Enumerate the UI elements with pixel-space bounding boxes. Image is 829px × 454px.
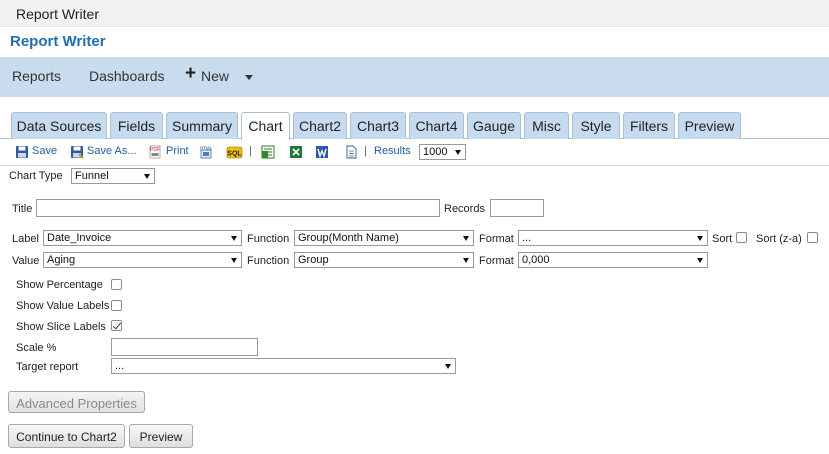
advanced-properties-button[interactable]: Advanced Properties bbox=[8, 391, 145, 413]
title-label: Title bbox=[12, 203, 33, 215]
chevron-down-icon bbox=[231, 236, 237, 241]
chevron-down-icon bbox=[231, 258, 237, 263]
tab-misc[interactable]: Misc bbox=[524, 112, 569, 139]
plus-icon[interactable]: + bbox=[185, 64, 196, 83]
value-function-select[interactable]: Group bbox=[294, 252, 474, 268]
divider bbox=[0, 165, 829, 166]
save-icon[interactable] bbox=[15, 145, 29, 159]
value-field-select[interactable]: Aging bbox=[43, 252, 242, 268]
pdf-icon[interactable]: PDF bbox=[148, 145, 162, 159]
svg-text:SQL: SQL bbox=[227, 151, 242, 158]
chevron-down-icon bbox=[455, 150, 461, 155]
label-field-label: Label bbox=[12, 233, 39, 245]
chart-type-select[interactable]: Funnel bbox=[71, 168, 155, 184]
sql-icon[interactable]: SQL bbox=[226, 145, 243, 159]
results-select[interactable]: 1000 bbox=[419, 144, 466, 160]
svg-text:PDF: PDF bbox=[150, 147, 160, 153]
excel-icon[interactable] bbox=[289, 145, 303, 159]
sort-checkbox[interactable] bbox=[736, 232, 747, 243]
nav-dashboards-link[interactable]: Dashboards bbox=[89, 68, 165, 84]
target-report-label: Target report bbox=[16, 361, 79, 373]
top-navbar: Reports Dashboards + New bbox=[0, 57, 829, 97]
nav-reports-link[interactable]: Reports bbox=[12, 68, 61, 84]
tab-data-sources[interactable]: Data Sources bbox=[11, 112, 107, 139]
tab-chart4[interactable]: Chart4 bbox=[409, 112, 464, 139]
save-as-icon[interactable] bbox=[70, 145, 84, 159]
chevron-down-icon bbox=[463, 258, 469, 263]
label-format-select[interactable]: ... bbox=[518, 230, 708, 246]
label-format-label: Format bbox=[479, 233, 514, 245]
chevron-down-icon bbox=[445, 364, 451, 369]
save-button[interactable]: Save bbox=[32, 143, 57, 161]
report-tabs: Data Sources Fields Summary Chart Chart2… bbox=[0, 111, 829, 140]
tab-filters[interactable]: Filters bbox=[623, 112, 675, 139]
toolbar: Save Save As... PDF Print HTML SQL | | R… bbox=[0, 143, 829, 165]
value-format-select[interactable]: 0,000 bbox=[518, 252, 708, 268]
sort-label: Sort bbox=[712, 233, 733, 245]
title-input[interactable] bbox=[36, 199, 440, 217]
tab-preview[interactable]: Preview bbox=[678, 112, 741, 139]
results-label: Results bbox=[374, 145, 411, 157]
show-slice-labels-checkbox[interactable] bbox=[111, 320, 122, 331]
export-excel-icon[interactable] bbox=[261, 145, 275, 159]
continue-to-chart2-button[interactable]: Continue to Chart2 bbox=[8, 424, 125, 448]
chevron-down-icon bbox=[144, 174, 150, 179]
sort-za-checkbox[interactable] bbox=[807, 232, 818, 243]
tab-chart3[interactable]: Chart3 bbox=[350, 112, 406, 139]
show-percentage-label: Show Percentage bbox=[16, 279, 103, 291]
chevron-down-icon bbox=[697, 258, 703, 263]
label-function-select[interactable]: Group(Month Name) bbox=[294, 230, 474, 246]
value-format-label: Format bbox=[479, 255, 514, 267]
show-percentage-checkbox[interactable] bbox=[111, 279, 122, 290]
document-icon[interactable] bbox=[344, 145, 358, 159]
chevron-down-icon bbox=[463, 236, 469, 241]
tab-fields[interactable]: Fields bbox=[110, 112, 163, 139]
page-title: Report Writer bbox=[10, 33, 106, 50]
svg-text:HTML: HTML bbox=[200, 146, 213, 151]
tab-style[interactable]: Style bbox=[572, 112, 620, 139]
value-field-label: Value bbox=[12, 255, 40, 267]
nav-new-button[interactable]: New bbox=[201, 68, 229, 84]
html-icon[interactable]: HTML bbox=[199, 145, 213, 159]
label-field-select[interactable]: Date_Invoice bbox=[43, 230, 242, 246]
tab-chart[interactable]: Chart bbox=[241, 112, 290, 140]
records-label: Records bbox=[444, 203, 485, 215]
sort-za-label: Sort (z-a) bbox=[756, 233, 802, 245]
word-icon[interactable] bbox=[315, 145, 329, 159]
chevron-down-icon[interactable] bbox=[245, 75, 253, 80]
window-title: Report Writer bbox=[16, 6, 99, 22]
show-value-labels-checkbox[interactable] bbox=[111, 300, 122, 311]
target-report-select[interactable]: ... bbox=[111, 358, 456, 374]
scale-input[interactable] bbox=[111, 338, 258, 356]
toolbar-separator: | bbox=[249, 145, 252, 157]
window-title-bar: Report Writer bbox=[0, 0, 829, 27]
records-input[interactable] bbox=[490, 199, 544, 217]
print-button[interactable]: Print bbox=[166, 143, 189, 161]
show-slice-labels-label: Show Slice Labels bbox=[16, 321, 106, 333]
tab-summary[interactable]: Summary bbox=[166, 112, 238, 139]
value-function-label: Function bbox=[247, 255, 290, 267]
save-as-button[interactable]: Save As... bbox=[87, 143, 137, 161]
tab-gauge[interactable]: Gauge bbox=[467, 112, 521, 139]
label-function-label: Function bbox=[247, 233, 290, 245]
preview-button[interactable]: Preview bbox=[129, 424, 193, 448]
toolbar-separator: | bbox=[364, 145, 367, 157]
chart-type-label: Chart Type bbox=[9, 170, 63, 182]
chevron-down-icon bbox=[697, 236, 703, 241]
tab-chart2[interactable]: Chart2 bbox=[293, 112, 347, 139]
scale-label: Scale % bbox=[16, 342, 57, 354]
show-value-labels-label: Show Value Labels bbox=[16, 300, 110, 312]
